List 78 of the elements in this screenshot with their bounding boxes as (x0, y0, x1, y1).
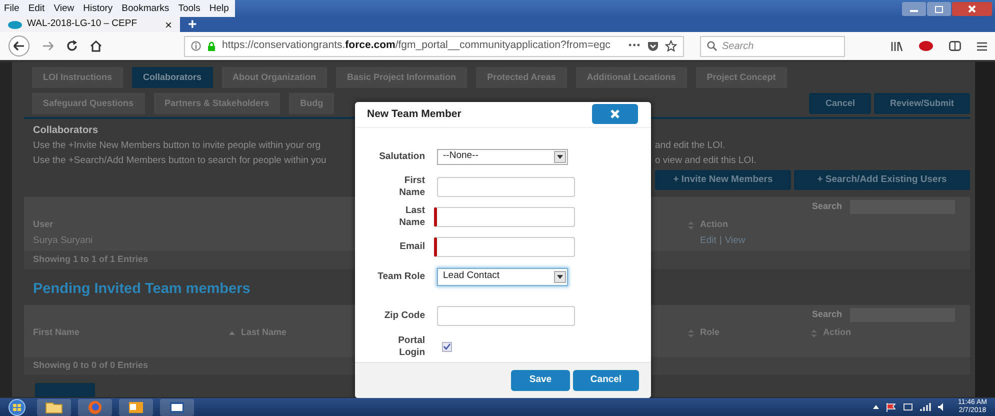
taskbar-button[interactable] (160, 398, 194, 416)
maximize-button[interactable] (927, 2, 951, 16)
search-input[interactable]: Search (722, 38, 832, 54)
browser-tab[interactable]: WAL-2018-LG-10 – CEPF × (0, 17, 180, 32)
checkbox[interactable] (442, 342, 452, 352)
input-field[interactable] (434, 206, 575, 227)
address-bar[interactable]: https://conservationgrants.force.com/fgm_portal__communityapplication?from=egc ••• (184, 36, 684, 56)
menu-item[interactable]: File (4, 2, 20, 16)
dialog-button[interactable]: Cancel (573, 370, 639, 391)
minimize-button[interactable] (902, 2, 926, 16)
dropdown[interactable]: Lead Contact (437, 268, 568, 286)
search-label: Search (812, 308, 842, 322)
taskbar-button[interactable] (119, 398, 153, 416)
search-label: Search (812, 200, 842, 214)
menu-item[interactable]: Help (209, 2, 229, 16)
menu-item[interactable]: Tools (178, 2, 200, 16)
dialog-button[interactable]: Save (511, 370, 570, 391)
menu-item[interactable]: Edit (28, 2, 45, 16)
caret-icon (557, 154, 563, 159)
field-label: Email (400, 240, 425, 253)
section-heading: Pending Invited Team members (33, 280, 252, 298)
field-label: Last Name (399, 204, 425, 229)
action-button[interactable]: + Invite New Members (655, 170, 791, 190)
instruction-text: and edit the LOI. (655, 139, 726, 153)
close-icon (968, 5, 976, 13)
flag-icon[interactable] (886, 402, 896, 412)
tab-close-button[interactable]: × (164, 18, 172, 30)
instruction-text: o view and edit this LOI. (655, 154, 758, 168)
maximize-icon (935, 6, 943, 12)
scrollbar[interactable] (975, 62, 995, 397)
url-text: https://conservationgrants.force.com/fgm_portal__communityapplication?from=egc (222, 38, 610, 54)
action-link[interactable]: Edit (700, 234, 716, 248)
section-title: Collaborators (32, 124, 100, 138)
menu-icon[interactable] (977, 42, 987, 50)
menu-item[interactable]: History (83, 2, 113, 16)
field-label: Portal Login (398, 334, 425, 359)
close-button[interactable] (592, 104, 638, 124)
field-label: Salutation (379, 150, 425, 163)
star-icon[interactable] (665, 40, 677, 52)
input-field[interactable] (437, 306, 575, 326)
close-window-button[interactable] (952, 2, 992, 16)
signal-icon[interactable] (920, 403, 931, 411)
input-field[interactable] (437, 176, 575, 197)
field-label: Zip Code (384, 310, 425, 322)
action-link[interactable]: View (724, 234, 746, 248)
close-icon (610, 109, 620, 120)
taskbar-button[interactable] (37, 398, 71, 416)
link-separator: | (719, 234, 722, 248)
dialog-title: New Team Member (367, 108, 462, 121)
library-icon[interactable] (891, 40, 903, 52)
field-label: Team Role (378, 270, 425, 283)
pocket-icon[interactable] (647, 40, 659, 52)
caret-icon (557, 274, 563, 279)
search-icon (707, 41, 717, 51)
reader-icon[interactable] (949, 41, 961, 51)
home-icon[interactable] (90, 40, 102, 52)
header-button[interactable]: Review/Submit (874, 93, 970, 114)
reload-icon[interactable] (66, 40, 78, 52)
instruction-text: Use the +Search/Add Members button to search for people within you (32, 154, 328, 168)
action-button[interactable]: + Search/Add Existing Users (794, 170, 970, 190)
check-icon (443, 343, 451, 350)
field-label: First Name (399, 174, 425, 199)
dropdown[interactable]: --None-- (437, 148, 568, 165)
header-button[interactable]: Cancel (809, 93, 871, 114)
input-field[interactable] (434, 236, 575, 257)
instruction-text: Use the +Invite New Members button to invite people within your org (32, 139, 322, 153)
tray-arrow-icon[interactable] (872, 405, 879, 409)
menu-item[interactable]: Bookmarks (122, 2, 170, 16)
tab-title: WAL-2018-LG-10 – CEPF (27, 17, 137, 32)
menu-item[interactable]: View (54, 2, 74, 16)
page-actions-button[interactable]: ••• (628, 39, 641, 53)
lock-icon (207, 41, 216, 51)
forward-icon[interactable] (42, 41, 54, 51)
search-field[interactable]: Search (700, 36, 845, 56)
info-icon (191, 41, 201, 51)
page-tab[interactable]: Collaborators (132, 67, 213, 88)
back-icon[interactable] (8, 35, 30, 57)
new-tab-button[interactable]: + (180, 17, 205, 32)
